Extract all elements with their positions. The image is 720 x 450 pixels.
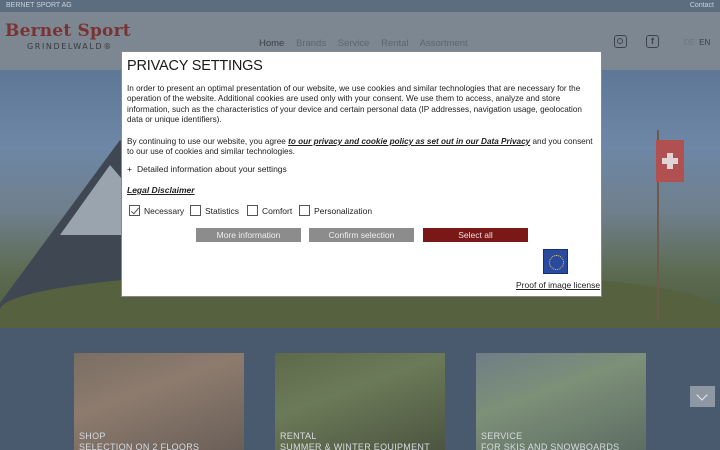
checkbox-comfort-label: Comfort [262,205,293,216]
card-rental[interactable]: RENTAL SUMMER & WINTER EQUIPMENT [275,353,445,450]
logo-name: Bernet Sport [5,21,131,41]
privacy-settings-dialog: PRIVACY SETTINGS In order to present an … [121,51,602,297]
checkbox-empty-icon [299,205,310,217]
eu-flag-icon [543,249,568,274]
privacy-policy-link[interactable]: to our privacy and cookie policy as set … [288,137,530,146]
checkbox-personalization[interactable]: Personalization [299,205,373,217]
proof-of-image-license-link[interactable]: Proof of image license [516,280,600,290]
lang-de[interactable]: DE [684,38,695,47]
card-rental-subtitle: SUMMER & WINTER EQUIPMENT [280,442,431,450]
checkbox-empty-icon [247,205,258,217]
card-rental-title: RENTAL [280,431,317,441]
dialog-title: PRIVACY SETTINGS [127,58,263,74]
checkbox-statistics-label: Statistics [205,205,240,216]
lang-en[interactable]: EN [699,38,710,47]
instagram-icon[interactable] [614,35,627,48]
confirm-selection-button[interactable]: Confirm selection [309,228,414,242]
card-shop-subtitle: SELECTION ON 2 FLOORS [79,442,200,450]
checkbox-comfort[interactable]: Comfort [247,205,293,217]
language-switcher: DE EN [684,38,710,47]
checkbox-necessary-label: Necessary [144,205,185,216]
contact-link[interactable]: Contact [690,0,714,12]
nav-item-service[interactable]: Service [338,38,370,49]
facebook-icon[interactable]: f [646,35,659,48]
nav-item-assortment[interactable]: Assortment [420,38,468,49]
card-service[interactable]: SERVICE FOR SKIS AND SNOWBOARDS [476,353,646,450]
checkbox-necessary[interactable]: Necessary [129,205,185,217]
chevron-down-icon[interactable] [690,386,715,407]
nav-item-brands[interactable]: Brands [296,38,326,49]
more-information-button[interactable]: More information [196,228,301,242]
top-bar: BERNET SPORT AG Contact [0,0,720,12]
legal-disclaimer-link[interactable]: Legal Disclaimer [127,185,195,195]
privacy-consent-text: By continuing to use our website, you ag… [127,137,599,158]
nav-item-home[interactable]: Home [259,38,284,49]
site-logo[interactable]: Bernet Sport GRINDELWALD® [5,21,131,51]
card-service-subtitle: FOR SKIS AND SNOWBOARDS [481,442,620,450]
swiss-flag-icon [656,140,684,182]
card-shop-title: SHOP [79,431,106,441]
main-nav: Home Brands Service Rental Assortment [259,38,477,49]
select-all-button[interactable]: Select all [423,228,528,242]
consent-text-before: By continuing to use our website, you ag… [127,137,289,146]
checkbox-checked-icon [129,205,140,217]
detailed-info-toggle[interactable]: + Detailed information about your setting… [127,164,287,174]
detailed-info-label: Detailed information about your settings [137,164,287,174]
nav-item-rental[interactable]: Rental [381,38,408,49]
checkbox-personalization-label: Personalization [314,205,373,216]
logo-location: GRINDELWALD® [27,42,113,51]
card-shop[interactable]: SHOP SELECTION ON 2 FLOORS [74,353,244,450]
card-service-title: SERVICE [481,431,523,441]
privacy-intro-text: In order to present an optimal presentat… [127,84,582,125]
company-name: BERNET SPORT AG [6,2,72,9]
checkbox-statistics[interactable]: Statistics [190,205,240,217]
checkbox-empty-icon [190,205,201,217]
plus-icon: + [127,164,132,174]
